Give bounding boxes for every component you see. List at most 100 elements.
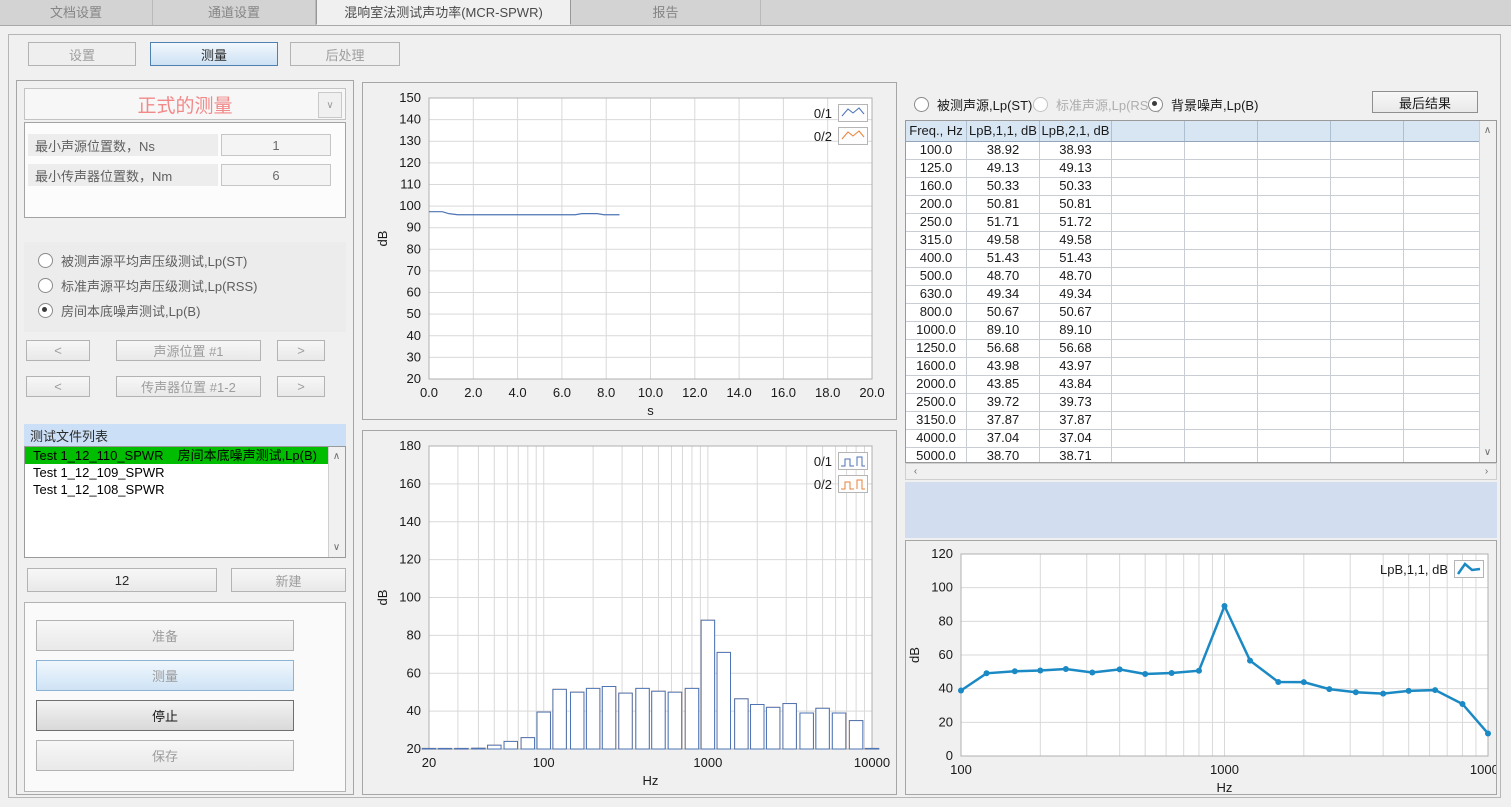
source-position-next-button[interactable]: >: [277, 340, 325, 361]
source-position-button[interactable]: 声源位置 #1: [116, 340, 261, 361]
table-row[interactable]: 3150.037.8737.87: [906, 412, 1479, 430]
table-row[interactable]: 1000.089.1089.10: [906, 322, 1479, 340]
radio-icon[interactable]: [38, 253, 53, 268]
mic-position-prev-button[interactable]: <: [26, 376, 90, 397]
table-horizontal-scrollbar[interactable]: ‹ ›: [905, 463, 1497, 480]
table-cell: 38.71: [1040, 448, 1112, 462]
table-cell: [1331, 322, 1404, 339]
radio-icon[interactable]: [1033, 97, 1048, 112]
file-list-title: 测试文件列表: [24, 424, 346, 446]
radio-view-lp-rss[interactable]: 标准声源,Lp(RSS): [1033, 95, 1161, 114]
file-count-button[interactable]: 12: [27, 568, 217, 592]
table-cell: [1112, 448, 1185, 462]
table-row[interactable]: 800.050.6750.67: [906, 304, 1479, 322]
mic-position-next-button[interactable]: >: [277, 376, 325, 397]
radio-lp-rss-test[interactable]: 标准声源平均声压级测试,Lp(RSS): [38, 276, 257, 295]
file-list-item[interactable]: Test 1_12_108_SPWR: [25, 481, 345, 498]
radio-view-lp-st[interactable]: 被测声源,Lp(ST): [914, 95, 1032, 114]
nm-input[interactable]: 6: [221, 164, 331, 186]
scroll-up-icon[interactable]: ∧: [1480, 123, 1495, 138]
table-row[interactable]: 100.038.9238.93: [906, 142, 1479, 160]
file-list-item[interactable]: Test 1_12_109_SPWR: [25, 464, 345, 481]
table-row[interactable]: 250.051.7151.72: [906, 214, 1479, 232]
mic-position-button[interactable]: 传声器位置 #1-2: [116, 376, 261, 397]
table-row[interactable]: 315.049.5849.58: [906, 232, 1479, 250]
table-cell: 37.04: [1040, 430, 1112, 447]
scroll-up-icon[interactable]: ∧: [329, 449, 344, 464]
scroll-right-icon[interactable]: ›: [1479, 464, 1494, 479]
bar-series-icon: [838, 452, 868, 470]
source-position-prev-button[interactable]: <: [26, 340, 90, 361]
radio-label: 房间本底噪声测试,Lp(B): [61, 301, 200, 320]
radio-icon[interactable]: [914, 97, 929, 112]
file-list-scrollbar[interactable]: ∧ ∨: [328, 447, 345, 557]
table-cell: 49.58: [967, 232, 1040, 249]
table-header-cell: Freq., Hz: [906, 121, 967, 141]
table-row[interactable]: 500.048.7048.70: [906, 268, 1479, 286]
table-cell: [1258, 178, 1331, 195]
result-spectrum-chart-canvas: 020406080100120100100010000HzdB: [906, 541, 1496, 794]
legend-item: LpB,1,1, dB: [1380, 560, 1484, 578]
scroll-down-icon[interactable]: ∨: [1480, 445, 1495, 460]
radio-view-lp-b[interactable]: 背景噪声,Lp(B): [1148, 95, 1258, 114]
subtab-settings[interactable]: 设置: [28, 42, 136, 66]
bar-series-icon: [838, 475, 868, 493]
table-row[interactable]: 2000.043.8543.84: [906, 376, 1479, 394]
scroll-down-icon[interactable]: ∨: [329, 540, 344, 555]
test-file-list[interactable]: Test 1_12_110_SPWR房间本底噪声测试,Lp(B)Test 1_1…: [24, 446, 346, 558]
radio-icon[interactable]: [1148, 97, 1163, 112]
table-row[interactable]: 160.050.3350.33: [906, 178, 1479, 196]
tab-mcr-spwr[interactable]: 混响室法测试声功率(MCR-SPWR): [316, 0, 571, 25]
table-row[interactable]: 125.049.1349.13: [906, 160, 1479, 178]
table-row[interactable]: 5000.038.7038.71: [906, 448, 1479, 462]
table-header-row: Freq., Hz LpB,1,1, dB LpB,2,1, dB: [906, 121, 1479, 142]
table-row[interactable]: 400.051.4351.43: [906, 250, 1479, 268]
legend-item: 0/1: [814, 452, 868, 470]
subtab-postprocess[interactable]: 后处理: [290, 42, 400, 66]
table-row[interactable]: 1600.043.9843.97: [906, 358, 1479, 376]
table-row[interactable]: 1250.056.6856.68: [906, 340, 1479, 358]
svg-text:dB: dB: [907, 647, 922, 663]
final-result-button[interactable]: 最后结果: [1372, 91, 1478, 113]
tab-report[interactable]: 报告: [571, 0, 761, 25]
tab-document-settings[interactable]: 文档设置: [0, 0, 153, 25]
table-row[interactable]: 2500.039.7239.73: [906, 394, 1479, 412]
new-file-button[interactable]: 新建: [231, 568, 346, 592]
table-cell: [1258, 412, 1331, 429]
svg-text:Hz: Hz: [1217, 780, 1233, 794]
table-row[interactable]: 4000.037.0437.04: [906, 430, 1479, 448]
radio-icon[interactable]: [38, 303, 53, 318]
table-cell: [1404, 268, 1479, 285]
table-cell: 50.33: [967, 178, 1040, 195]
radio-icon[interactable]: [38, 278, 53, 293]
table-row[interactable]: 200.050.8150.81: [906, 196, 1479, 214]
table-cell: [1404, 232, 1479, 249]
measure-button[interactable]: 测量: [36, 660, 294, 691]
svg-text:dB: dB: [375, 590, 390, 606]
svg-text:12.0: 12.0: [682, 385, 707, 400]
table-cell: 49.13: [967, 160, 1040, 177]
svg-text:16.0: 16.0: [771, 385, 796, 400]
file-list-items: Test 1_12_110_SPWR房间本底噪声测试,Lp(B)Test 1_1…: [25, 447, 345, 498]
table-cell: [1185, 214, 1258, 231]
radio-lp-st-test[interactable]: 被测声源平均声压级测试,Lp(ST): [38, 251, 247, 270]
table-cell: [1258, 286, 1331, 303]
radio-lp-b-test[interactable]: 房间本底噪声测试,Lp(B): [38, 301, 200, 320]
table-cell: 51.72: [1040, 214, 1112, 231]
ns-input[interactable]: 1: [221, 134, 331, 156]
table-row[interactable]: 630.049.3449.34: [906, 286, 1479, 304]
stop-button[interactable]: 停止: [36, 700, 294, 731]
chevron-down-icon[interactable]: ∨: [318, 92, 342, 118]
file-list-item[interactable]: Test 1_12_110_SPWR房间本底噪声测试,Lp(B): [25, 447, 345, 464]
table-cell: [1258, 232, 1331, 249]
scroll-left-icon[interactable]: ‹: [908, 464, 923, 479]
radio-label: 被测声源平均声压级测试,Lp(ST): [61, 251, 247, 270]
subtab-measure[interactable]: 测量: [150, 42, 278, 66]
table-vertical-scrollbar[interactable]: ∧ ∨: [1479, 121, 1496, 462]
tab-channel-settings[interactable]: 通道设置: [153, 0, 316, 25]
table-header-cell: [1404, 121, 1479, 141]
save-button[interactable]: 保存: [36, 740, 294, 771]
measurement-mode-select[interactable]: 正式的测量 ∨: [24, 88, 346, 120]
svg-text:120: 120: [399, 552, 421, 567]
prepare-button[interactable]: 准备: [36, 620, 294, 651]
